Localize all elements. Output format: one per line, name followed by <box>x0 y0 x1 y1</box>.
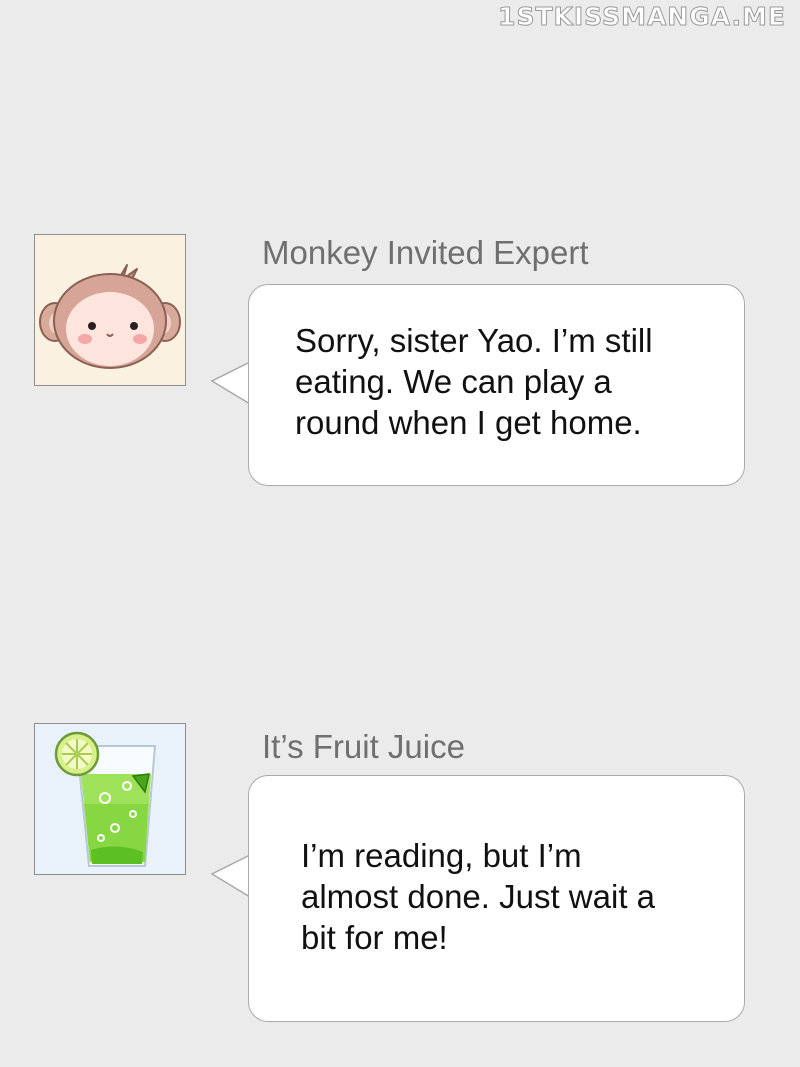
monkey-face-icon <box>39 264 181 369</box>
message-line: I’m reading, but I’m <box>301 837 582 874</box>
message-text: I’m reading, but I’m almost done. Just w… <box>301 835 655 958</box>
sender-name: Monkey Invited Expert <box>262 234 589 271</box>
watermark: 1STKISSMANGA.ME <box>498 2 786 32</box>
message-line: Sorry, sister Yao. I’m still <box>295 322 653 359</box>
sender-name: It’s Fruit Juice <box>262 728 465 765</box>
avatar[interactable] <box>34 234 186 386</box>
message-bubble: I’m reading, but I’m almost done. Just w… <box>248 775 745 1022</box>
message-text: Sorry, sister Yao. I’m still eating. We … <box>295 320 653 443</box>
message-bubble: Sorry, sister Yao. I’m still eating. We … <box>248 284 745 486</box>
lime-juice-glass-icon <box>54 731 157 867</box>
avatar[interactable] <box>34 723 186 875</box>
message-line: eating. We can play a <box>295 363 612 400</box>
message-line: round when I get home. <box>295 404 642 441</box>
message-line: bit for me! <box>301 919 448 956</box>
bubble-tail <box>210 854 251 898</box>
message-line: almost done. Just wait a <box>301 878 656 915</box>
bubble-tail <box>210 361 251 405</box>
